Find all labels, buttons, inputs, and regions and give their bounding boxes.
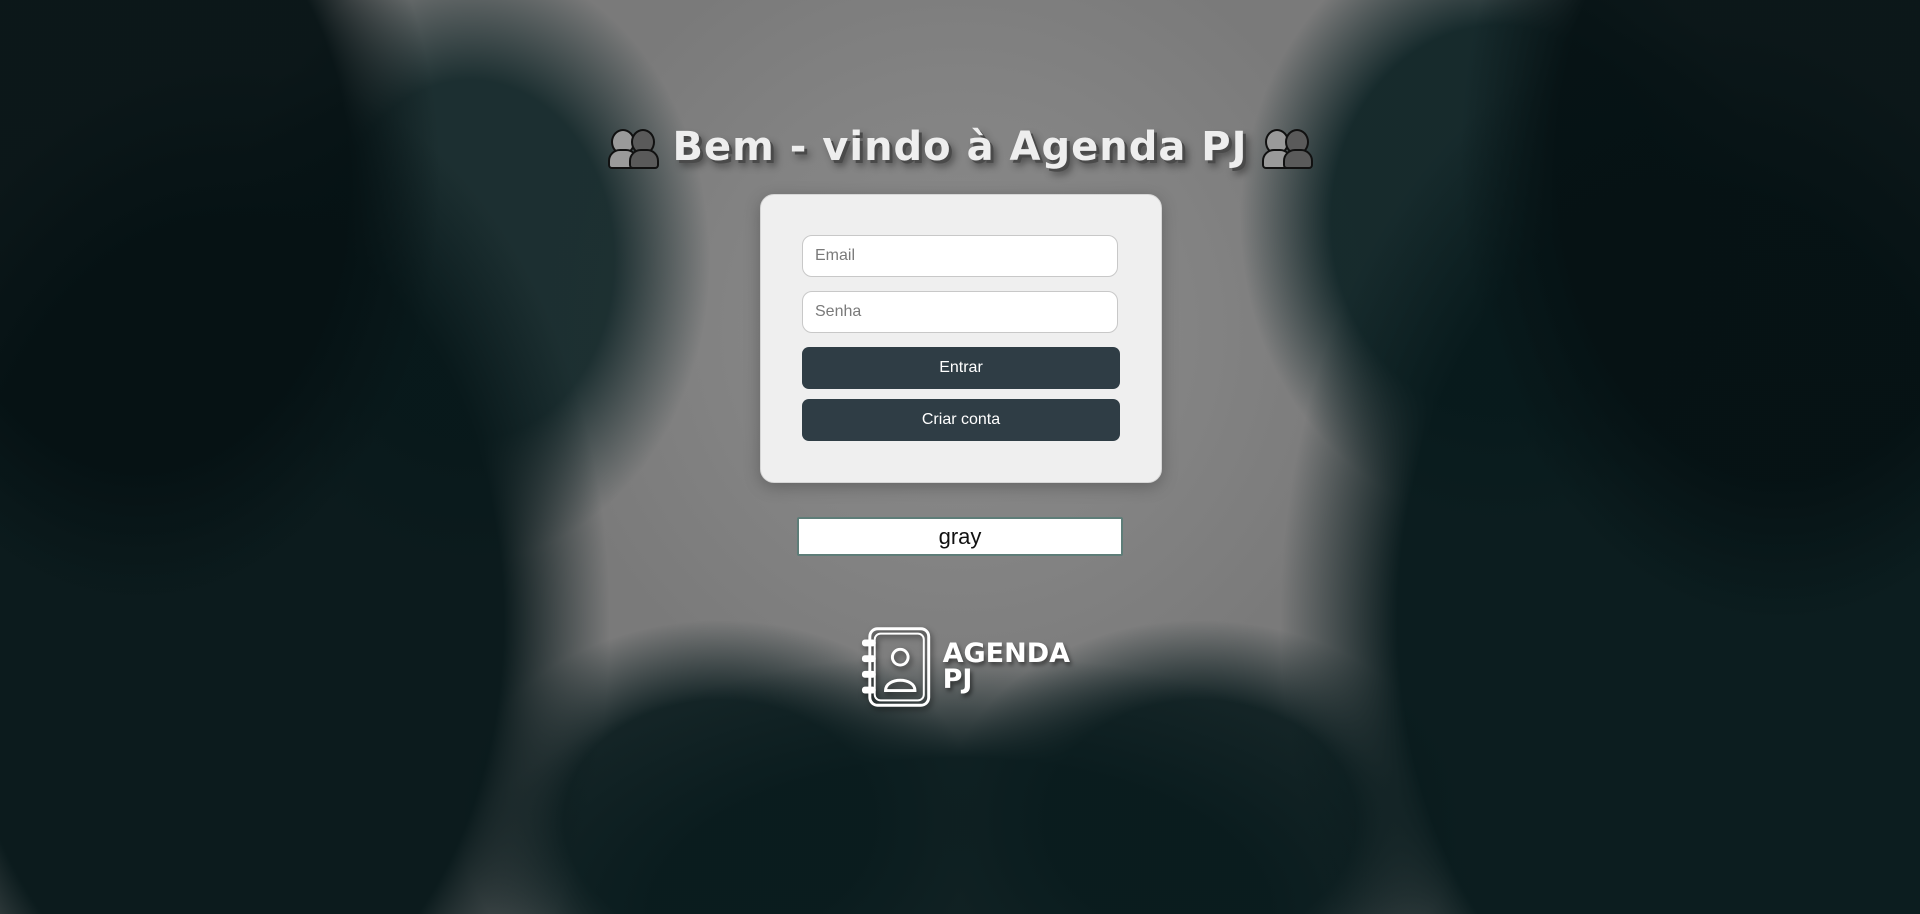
color-input[interactable]: [797, 517, 1123, 556]
people-icon: [1261, 125, 1314, 169]
login-card: Entrar Criar conta: [760, 194, 1162, 483]
login-button[interactable]: Entrar: [802, 347, 1120, 389]
logo-text: AGENDA PJ: [942, 640, 1070, 695]
contact-book-icon: [861, 627, 931, 707]
page-title-text: Bem - vindo à Agenda PJ: [672, 124, 1248, 170]
logo-line-2: PJ: [942, 664, 973, 695]
password-field[interactable]: [802, 291, 1118, 333]
page-title: Bem - vindo à Agenda PJ: [0, 124, 1920, 170]
email-field[interactable]: [802, 235, 1118, 277]
agenda-pj-logo: AGENDA PJ: [860, 622, 1070, 712]
create-account-button[interactable]: Criar conta: [802, 399, 1120, 441]
people-icon: [607, 125, 659, 169]
